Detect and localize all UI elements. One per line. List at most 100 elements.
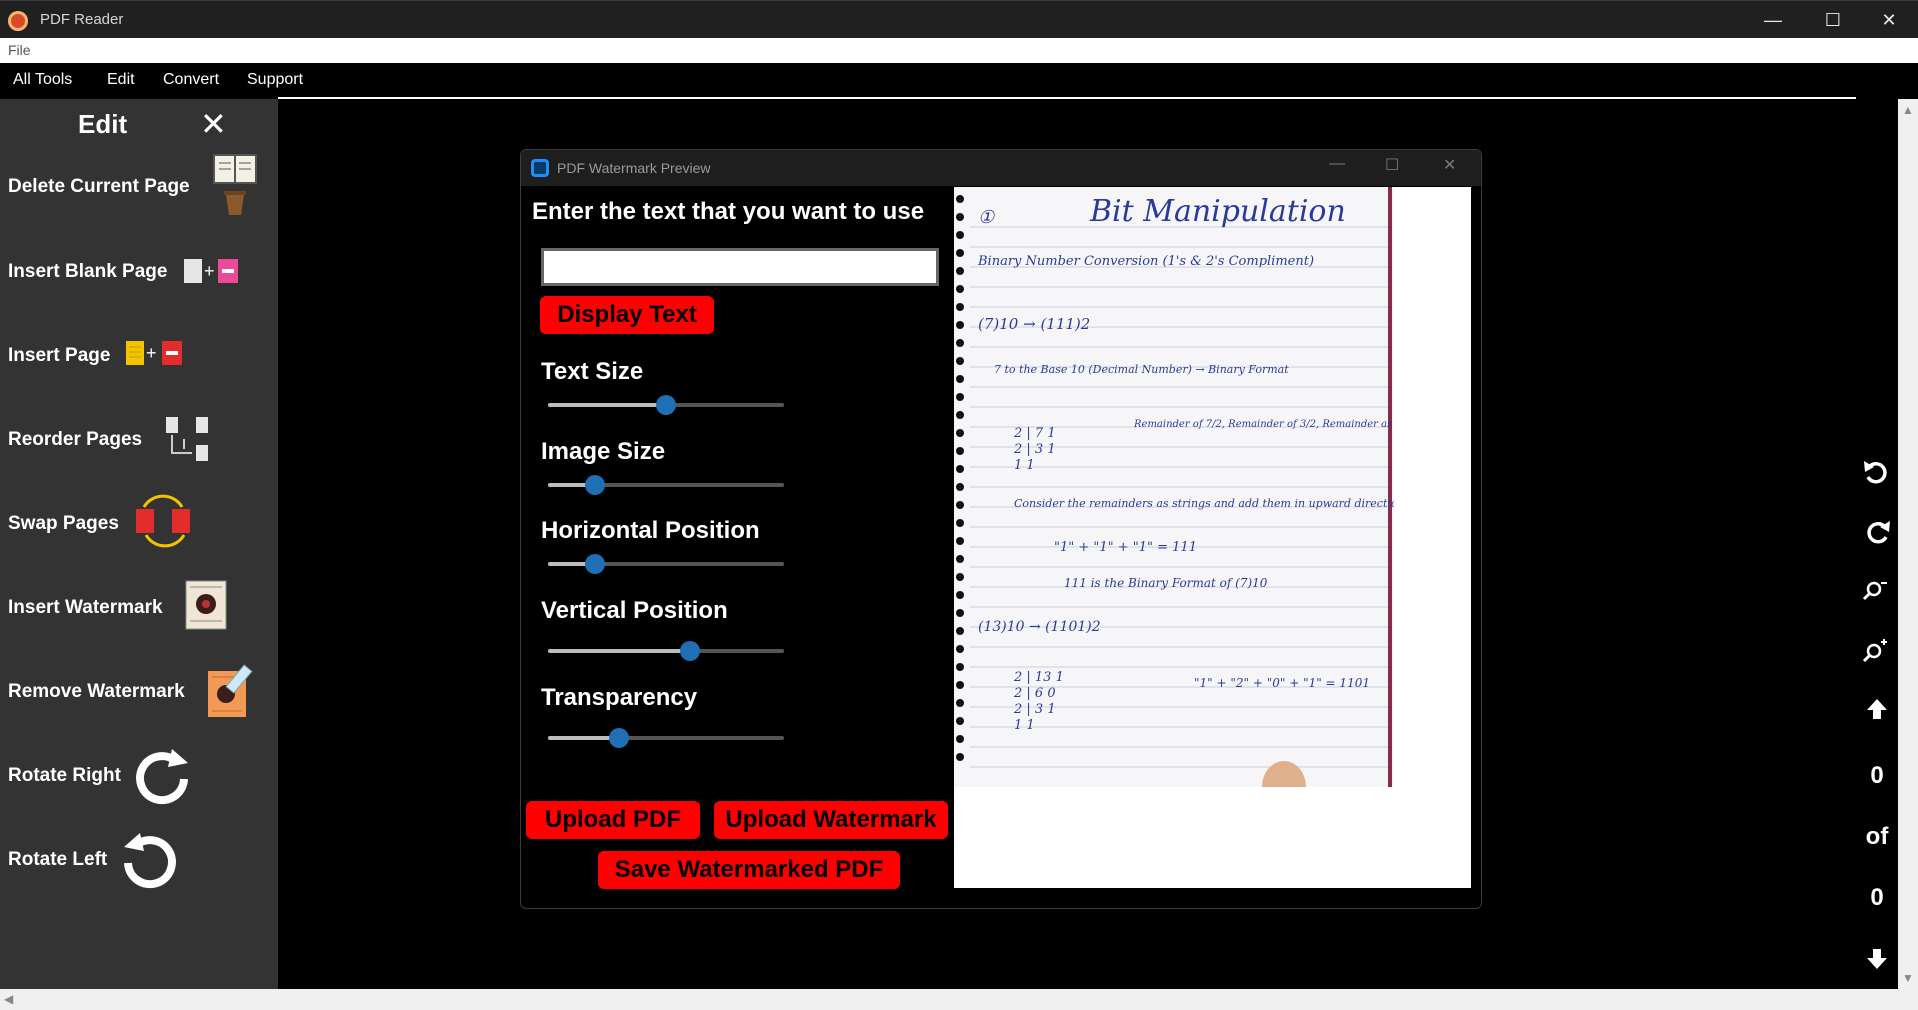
previous-page-arrow-icon[interactable]	[1856, 697, 1898, 723]
sidebar-item-insert-page[interactable]: Insert Page	[8, 345, 110, 367]
zoom-in-icon[interactable]	[1856, 637, 1898, 663]
display-text-button[interactable]: Display Text	[540, 296, 714, 334]
zoom-out-icon[interactable]	[1856, 577, 1898, 603]
rotate-right-icon	[136, 749, 188, 805]
sidebar-item-reorder-pages[interactable]: Reorder Pages	[8, 429, 142, 451]
menu-divider	[278, 97, 1856, 99]
transparency-slider[interactable]	[548, 728, 784, 748]
image-size-label: Image Size	[541, 438, 666, 465]
dialog-close-button[interactable]: ✕	[1443, 155, 1456, 175]
page-of-label: of	[1865, 823, 1889, 850]
menu-all-tools[interactable]: All Tools	[13, 71, 72, 89]
sidebar-item-remove-watermark[interactable]: Remove Watermark	[8, 681, 185, 703]
horizontal-scrollbar[interactable]: ◀	[0, 989, 1918, 1010]
pdf-preview-area: ① Bit Manipulation Binary Number Convers…	[954, 187, 1471, 888]
slider-knob[interactable]	[656, 395, 676, 415]
watermark-text-prompt: Enter the text that you want to use	[532, 198, 925, 225]
notes-line: Binary Number Conversion (1's & 2's Comp…	[977, 254, 1314, 269]
notes-line: "1" + "1" + "1" = 111	[1054, 540, 1197, 555]
dialog-app-icon	[531, 159, 549, 177]
remove-watermark-icon	[208, 664, 253, 717]
sidebar-item-rotate-left[interactable]: Rotate Left	[8, 849, 107, 871]
menu-edit[interactable]: Edit	[107, 71, 135, 89]
scroll-up-arrow-icon[interactable]: ▲	[1902, 103, 1914, 117]
vertical-scrollbar[interactable]: ▲ ▼	[1898, 99, 1918, 989]
current-page-number: 0	[1870, 762, 1884, 789]
notes-line: (13)10 → (1101)2	[978, 619, 1101, 635]
transparency-label: Transparency	[541, 684, 698, 711]
svg-text:+: +	[204, 261, 215, 281]
watermark-text-input[interactable]	[541, 248, 939, 286]
svg-text:2 | 7 1: 2 | 7 1	[1013, 426, 1056, 441]
sidebar-item-delete-page[interactable]: Delete Current Page	[8, 176, 190, 198]
window-title: PDF Reader	[40, 11, 124, 28]
slider-knob[interactable]	[585, 475, 606, 495]
rotate-left-icon	[124, 833, 176, 889]
svg-text:2 | 6 0: 2 | 6 0	[1013, 686, 1056, 701]
slider-knob[interactable]	[608, 728, 629, 748]
sidebar-close-button[interactable]: ✕	[200, 105, 227, 143]
svg-text:1 1: 1 1	[1014, 718, 1035, 733]
svg-text:2 | 13 1: 2 | 13 1	[1013, 670, 1064, 685]
dialog-maximize-button[interactable]: ☐	[1385, 155, 1399, 175]
notes-heading: Bit Manipulation	[1089, 194, 1346, 229]
rotate-left-tool-icon[interactable]	[1856, 457, 1898, 487]
dialog-title: PDF Watermark Preview	[557, 160, 711, 176]
next-page-arrow-icon[interactable]	[1856, 945, 1898, 971]
watermark-preview-dialog: PDF Watermark Preview — ☐ ✕ Enter the te…	[520, 149, 1482, 909]
text-size-slider[interactable]	[548, 395, 784, 415]
horizontal-position-slider[interactable]	[548, 554, 784, 574]
horizontal-position-label: Horizontal Position	[541, 517, 760, 544]
maximize-button[interactable]: ☐	[1810, 7, 1856, 33]
notes-line: Remainder of 7/2, Remainder of 3/2, Rema…	[1133, 419, 1394, 430]
notes-line: Consider the remainders as strings and a…	[1014, 497, 1394, 510]
text-size-label: Text Size	[541, 358, 644, 385]
notes-line: (7)10 → (111)2	[978, 315, 1090, 333]
reorder-pages-icon	[166, 417, 208, 461]
vertical-position-label: Vertical Position	[541, 597, 728, 624]
insert-watermark-icon	[185, 580, 227, 630]
file-menubar: File	[0, 38, 1918, 63]
app-logo-icon	[8, 11, 28, 31]
insert-blank-page-icon: +	[184, 259, 238, 283]
sidebar-item-insert-blank-page[interactable]: Insert Blank Page	[8, 261, 167, 283]
svg-text:1 1: 1 1	[1014, 458, 1035, 473]
dialog-minimize-button[interactable]: —	[1329, 155, 1345, 173]
window-titlebar: PDF Reader — ☐ ✕	[0, 0, 1918, 38]
svg-text:2 | 3 1: 2 | 3 1	[1013, 442, 1056, 457]
notes-line: 111 is the Binary Format of (7)10	[1064, 576, 1268, 590]
notes-line: 7 to the Base 10 (Decimal Number) → Bina…	[994, 363, 1289, 376]
upload-watermark-button[interactable]: Upload Watermark	[714, 801, 948, 839]
vertical-position-slider[interactable]	[548, 641, 784, 661]
right-toolbar: 0 of 0	[1856, 99, 1898, 989]
delete-page-icon	[213, 154, 257, 215]
swap-pages-icon	[136, 494, 190, 548]
slider-knob[interactable]	[585, 554, 606, 574]
edit-sidebar: Edit ✕ Delete Current Page Insert Blank …	[0, 99, 278, 989]
rotate-right-tool-icon[interactable]	[1856, 517, 1898, 547]
svg-text:①: ①	[978, 207, 995, 228]
menu-convert[interactable]: Convert	[163, 71, 219, 89]
file-menu[interactable]: File	[8, 42, 31, 58]
sidebar-item-insert-watermark[interactable]: Insert Watermark	[8, 597, 163, 619]
sidebar-item-swap-pages[interactable]: Swap Pages	[8, 513, 119, 535]
sidebar-item-rotate-right[interactable]: Rotate Right	[8, 765, 121, 787]
close-window-button[interactable]: ✕	[1866, 7, 1912, 33]
menu-support[interactable]: Support	[247, 71, 303, 89]
sidebar-title: Edit	[78, 109, 128, 139]
scroll-down-arrow-icon[interactable]: ▼	[1902, 971, 1914, 985]
svg-text:2 | 3 1: 2 | 3 1	[1013, 702, 1056, 717]
dialog-titlebar: PDF Watermark Preview — ☐ ✕	[521, 150, 1481, 186]
top-menu: All Tools Edit Convert Support	[0, 63, 1918, 99]
save-watermarked-pdf-button[interactable]: Save Watermarked PDF	[598, 851, 900, 889]
image-size-slider[interactable]	[548, 475, 784, 495]
minimize-button[interactable]: —	[1750, 7, 1796, 33]
svg-text:+: +	[146, 343, 157, 363]
handwritten-notes-image: ① Bit Manipulation Binary Number Convers…	[954, 187, 1394, 787]
slider-knob[interactable]	[679, 641, 700, 661]
notes-line: "1" + "2" + "0" + "1" = 1101	[1194, 676, 1370, 690]
scroll-left-arrow-icon[interactable]: ◀	[4, 992, 13, 1006]
total-page-number: 0	[1870, 884, 1884, 911]
insert-page-icon: +	[126, 341, 182, 365]
upload-pdf-button[interactable]: Upload PDF	[526, 801, 700, 839]
